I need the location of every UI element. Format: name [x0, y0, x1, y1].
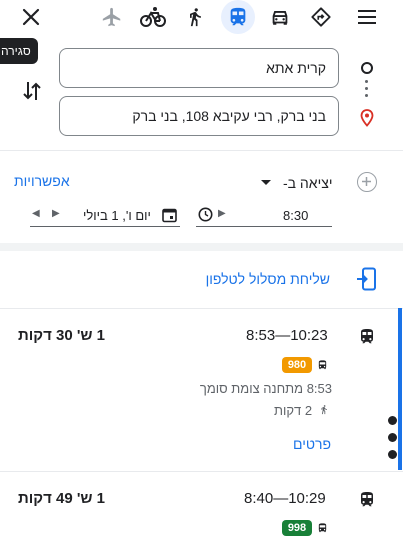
options-link[interactable]: אפשרויות — [14, 173, 70, 189]
walk-duration: 2 דקות — [274, 403, 313, 418]
send-to-phone-link[interactable]: שליחת מסלול לטלפון — [204, 271, 330, 287]
close-tooltip: סגירה — [0, 38, 38, 64]
clock-icon[interactable] — [198, 207, 213, 227]
divider — [0, 308, 403, 309]
transit-mode-icon[interactable] — [221, 0, 255, 34]
line-badge: 998 — [282, 520, 312, 536]
depart-dropdown-icon[interactable] — [261, 180, 271, 185]
date-underline — [30, 226, 180, 227]
route-duration: 1 ש' 30 דקות — [18, 327, 106, 344]
flight-mode-icon[interactable] — [97, 2, 127, 32]
destination-pin-icon — [360, 109, 374, 132]
origin-marker-icon — [361, 62, 373, 74]
date-prev-icon[interactable]: ◀ — [32, 208, 40, 219]
destination-input[interactable] — [72, 108, 326, 124]
more-options-icon[interactable] — [388, 416, 397, 425]
time-value[interactable]: 8:30 — [283, 208, 308, 223]
date-value[interactable]: יום ו', 1 ביולי — [83, 208, 151, 223]
divider — [0, 471, 403, 472]
close-icon[interactable] — [16, 2, 46, 32]
more-options-icon[interactable] — [388, 450, 397, 459]
send-to-phone-icon[interactable] — [356, 267, 378, 296]
walk-mode-icon[interactable] — [180, 2, 210, 32]
date-next-icon[interactable]: ▶ — [52, 208, 60, 219]
calendar-icon[interactable] — [162, 207, 177, 228]
line-badge: 980 — [282, 357, 312, 373]
origin-field[interactable] — [59, 48, 339, 88]
add-stop-icon[interactable] — [357, 172, 377, 192]
origin-input[interactable] — [72, 60, 326, 76]
bus-icon — [317, 521, 328, 539]
best-route-mode-icon[interactable] — [306, 2, 336, 32]
menu-icon[interactable] — [352, 2, 382, 32]
route-details-link[interactable]: פרטים — [293, 436, 331, 452]
departure-stop: 8:53 מתחנה צומת סומך — [199, 381, 332, 396]
selected-route-indicator — [398, 308, 402, 470]
route-dots-icon — [365, 80, 368, 97]
route-times: 8:53—10:23 — [246, 327, 328, 344]
car-mode-icon[interactable] — [265, 2, 295, 32]
time-underline — [196, 226, 332, 227]
transit-route-icon — [358, 490, 376, 514]
destination-field[interactable] — [59, 96, 339, 136]
bus-icon — [317, 358, 328, 376]
section-separator — [0, 243, 403, 251]
walk-icon — [319, 403, 329, 421]
transit-route-icon — [358, 327, 376, 351]
depart-at-label[interactable]: יציאה ב- — [283, 175, 333, 191]
bicycle-mode-icon[interactable] — [138, 2, 168, 32]
swap-directions-icon[interactable] — [20, 78, 44, 104]
time-dropdown-icon[interactable]: ▶ — [218, 208, 226, 219]
travel-mode-bar — [0, 0, 403, 34]
route-duration: 1 ש' 49 דקות — [18, 490, 106, 507]
more-options-icon[interactable] — [388, 433, 397, 442]
divider — [0, 150, 403, 151]
route-times: 8:40—10:29 — [244, 490, 326, 507]
